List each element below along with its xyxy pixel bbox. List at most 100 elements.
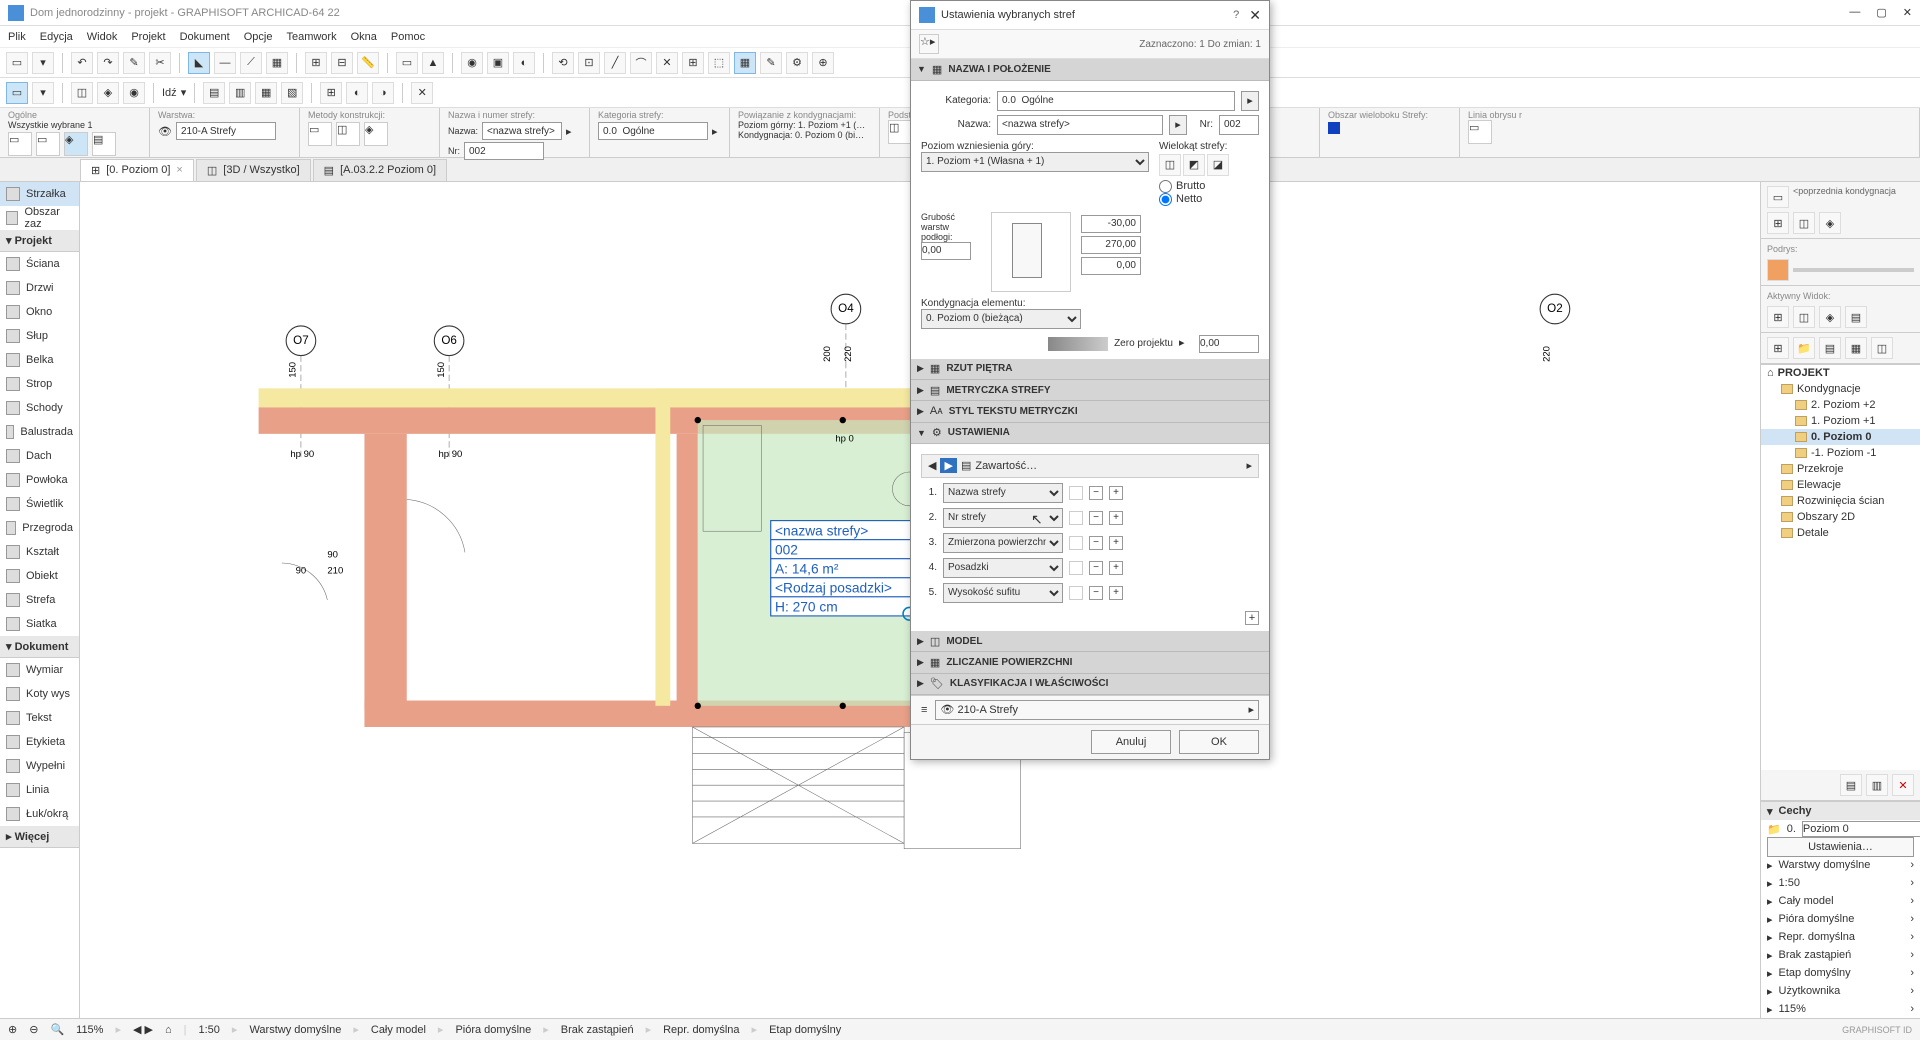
cat-input[interactable] (997, 91, 1235, 111)
menu-pomoc[interactable]: Pomoc (391, 31, 425, 43)
tb-nav-4[interactable]: ▧ (281, 82, 303, 104)
menu-edycja[interactable]: Edycja (40, 31, 73, 43)
ib-method-3[interactable]: ◈ (364, 122, 388, 146)
v1-input[interactable] (1081, 215, 1141, 233)
tree-node[interactable]: 2. Poziom +2 (1761, 397, 1920, 413)
tb-view-3[interactable]: ◫ (71, 82, 93, 104)
quick-prop[interactable]: ▸Warstwy domyślne› (1761, 856, 1920, 874)
tree-node[interactable]: Przekroje (1761, 461, 1920, 477)
quick-prop[interactable]: ▸Pióra domyślne› (1761, 910, 1920, 928)
tb-edit-5[interactable]: ✕ (656, 52, 678, 74)
menu-teamwork[interactable]: Teamwork (286, 31, 336, 43)
rp-nav-4[interactable]: ▦ (1845, 337, 1867, 359)
item-add[interactable]: + (1109, 536, 1123, 550)
tree-node[interactable]: -1. Poziom -1 (1761, 445, 1920, 461)
quick-prop[interactable]: ▸Etap domyślny› (1761, 964, 1920, 982)
tool-słup[interactable]: Słup (0, 324, 79, 348)
sb-repr[interactable]: Repr. domyślna (663, 1024, 739, 1036)
tb-view-1[interactable]: ▭ (6, 82, 28, 104)
rp-btn-1[interactable]: ▭ (1767, 186, 1789, 208)
ib-cat-value[interactable] (598, 122, 708, 140)
tb-cut[interactable]: ✂ (149, 52, 171, 74)
tool-łuk/okrą[interactable]: Łuk/okrą (0, 802, 79, 826)
tool-koty wys[interactable]: Koty wys (0, 682, 79, 706)
tool-okno[interactable]: Okno (0, 300, 79, 324)
tree-node[interactable]: 0. Poziom 0 (1761, 429, 1920, 445)
quick-prop[interactable]: ▸Repr. domyślna› (1761, 928, 1920, 946)
sb-search[interactable]: 🔍 (50, 1023, 64, 1036)
ib-link-story[interactable]: Kondygnacja: 0. Poziom 0 (bi… (738, 130, 871, 140)
play-icon[interactable]: ▶ (940, 458, 956, 473)
ib-nr-input[interactable] (464, 142, 544, 160)
tool-powłoka[interactable]: Powłoka (0, 468, 79, 492)
tri-icon[interactable]: ▾ (1767, 805, 1773, 818)
eye-icon[interactable]: 👁 (158, 125, 172, 138)
item-add[interactable]: + (1109, 511, 1123, 525)
tree-node[interactable]: 1. Poziom +1 (1761, 413, 1920, 429)
ib-btn-4[interactable]: ▤ (92, 132, 116, 156)
item-drag[interactable] (1069, 536, 1083, 550)
menu-widok[interactable]: Widok (87, 31, 118, 43)
tool-dach[interactable]: Dach (0, 444, 79, 468)
rp-av-2[interactable]: ◫ (1793, 306, 1815, 328)
tb-cam-1[interactable]: ◉ (461, 52, 483, 74)
tree-node[interactable]: Detale (1761, 525, 1920, 541)
tool-schody[interactable]: Schody (0, 396, 79, 420)
tb-snap-3[interactable]: ⟋ (240, 52, 262, 74)
sb-expand[interactable]: ⊕ (8, 1023, 17, 1036)
tb-grid[interactable]: ⊞ (305, 52, 327, 74)
favorite-star-icon[interactable]: ☆▸ (919, 34, 939, 54)
next-icon[interactable]: ▸ (1246, 459, 1252, 472)
tb-xtra-1[interactable]: ⊞ (320, 82, 342, 104)
ok-button[interactable]: OK (1179, 730, 1259, 754)
tree-node[interactable]: Rozwinięcia ścian (1761, 493, 1920, 509)
dialog-layer-combo[interactable]: 👁 210-A Strefy▸ (935, 700, 1259, 720)
tool-linia[interactable]: Linia (0, 778, 79, 802)
sb-stage[interactable]: Etap domyślny (769, 1024, 841, 1036)
menu-dokument[interactable]: Dokument (180, 31, 230, 43)
name-input[interactable] (997, 115, 1163, 135)
help-icon[interactable]: ? (1233, 9, 1239, 21)
tb-edit-1[interactable]: ⟲ (552, 52, 574, 74)
sb-nav[interactable]: ◀ ▶ (133, 1023, 153, 1036)
tb-edit-6[interactable]: ⊞ (682, 52, 704, 74)
tb-edit-3[interactable]: ╱ (604, 52, 626, 74)
tab-close[interactable]: × (176, 164, 182, 176)
tb-new[interactable]: ▭ (6, 52, 28, 74)
props-settings-btn[interactable]: Ustawienia… (1767, 837, 1914, 857)
rp-av-3[interactable]: ◈ (1819, 306, 1841, 328)
rp-btn-b[interactable]: ◫ (1793, 212, 1815, 234)
sb-zoom[interactable]: 115% (76, 1024, 103, 1036)
sec-settings[interactable]: ▼⚙USTAWIENIA (911, 423, 1269, 444)
rp-av-4[interactable]: ▤ (1845, 306, 1867, 328)
sec-stamp[interactable]: ▶▤METRYCZKA STREFY (911, 380, 1269, 401)
tool-arrow[interactable]: Strzałka (0, 182, 79, 206)
tool-wypełni[interactable]: Wypełni (0, 754, 79, 778)
go-label[interactable]: Idź (162, 87, 177, 99)
quick-prop[interactable]: ▸115%› (1761, 1000, 1920, 1018)
item-drag[interactable] (1069, 561, 1083, 575)
tb-edit-11[interactable]: ⊕ (812, 52, 834, 74)
ib-outline-btn[interactable]: ▭ (1468, 120, 1492, 144)
rp-nav-1[interactable]: ⊞ (1767, 337, 1789, 359)
tb-edit-7[interactable]: ⬚ (708, 52, 730, 74)
tab-3d[interactable]: ◫[3D / Wszystko] (196, 159, 311, 181)
tool-wymiar[interactable]: Wymiar (0, 658, 79, 682)
tb-nav-3[interactable]: ▦ (255, 82, 277, 104)
tb-select[interactable]: ▭ (396, 52, 418, 74)
tree-node[interactable]: Elewacje (1761, 477, 1920, 493)
tb-ruler[interactable]: ⊟ (331, 52, 353, 74)
tb-edit-4[interactable]: ⌒ (630, 52, 652, 74)
tb-undo[interactable]: ↶ (71, 52, 93, 74)
tool-ściana[interactable]: Ściana (0, 252, 79, 276)
menu-opcje[interactable]: Opcje (244, 31, 273, 43)
story-select[interactable]: 0. Poziom 0 (bieżąca) (921, 309, 1081, 329)
props-val[interactable] (1802, 821, 1920, 837)
sec-text-style[interactable]: ▶AᴀSTYL TEKSTU METRYCZKI (911, 401, 1269, 422)
tb-snap-1[interactable]: ◣ (188, 52, 210, 74)
item-select[interactable]: Nazwa strefy (943, 483, 1063, 503)
rp-nav-2[interactable]: 📁 (1793, 337, 1815, 359)
item-remove[interactable]: − (1089, 586, 1103, 600)
minimize-icon[interactable]: — (1849, 6, 1860, 19)
tool-przegroda[interactable]: Przegroda (0, 516, 79, 540)
